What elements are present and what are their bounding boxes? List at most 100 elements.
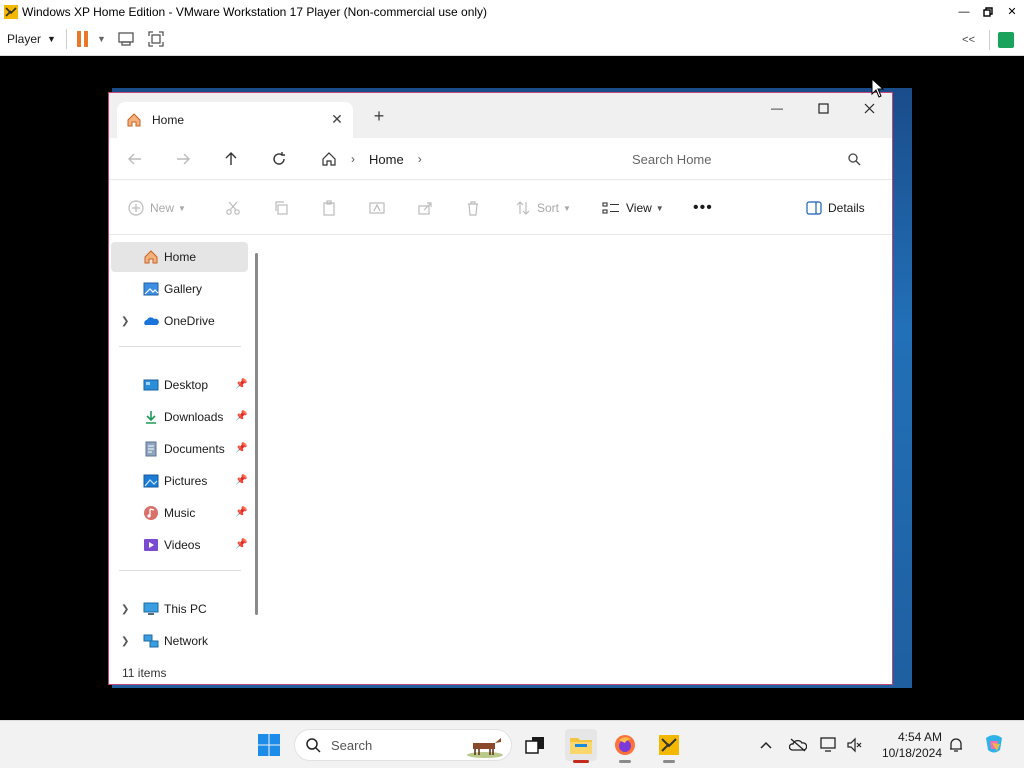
documents-icon <box>145 441 157 457</box>
pause-dropdown-icon[interactable]: ▼ <box>97 34 106 44</box>
pin-icon[interactable]: 📌 <box>235 507 247 519</box>
vmware-app-icon <box>4 4 18 19</box>
nav-item-label: Desktop <box>164 378 209 392</box>
restore-button[interactable] <box>976 0 1000 23</box>
explorer-maximize-button[interactable] <box>800 93 846 123</box>
new-tab-button[interactable]: + <box>371 106 387 126</box>
details-pane-icon <box>806 201 822 215</box>
sort-button[interactable]: Sort ▼ <box>515 198 571 218</box>
explorer-minimize-button[interactable]: — <box>754 93 800 123</box>
fullscreen-icon[interactable] <box>146 29 166 49</box>
nav-item-label: Music <box>164 506 196 520</box>
taskbar-file-explorer[interactable] <box>565 729 597 763</box>
close-tab-icon[interactable]: ✕ <box>329 111 345 127</box>
taskbar-vmware[interactable] <box>653 729 685 763</box>
show-hidden-icons-button[interactable] <box>756 735 776 755</box>
copy-button[interactable] <box>273 198 289 218</box>
window-title: Windows XP Home Edition - VMware Worksta… <box>22 4 488 19</box>
pin-icon[interactable]: 📌 <box>235 379 247 391</box>
toolbar-separator <box>65 29 67 49</box>
nav-item-documents[interactable]: Documents 📌 <box>111 434 248 464</box>
nav-item-music[interactable]: Music 📌 <box>111 498 248 528</box>
nav-item-this-pc[interactable]: ❯ This PC <box>111 594 248 624</box>
pause-icon[interactable] <box>76 31 91 47</box>
nav-item-pictures[interactable]: Pictures 📌 <box>111 466 248 496</box>
clock[interactable]: 4:54 AM 10/18/2024 <box>872 729 942 761</box>
new-button[interactable]: New ▼ <box>128 198 186 218</box>
task-view-button[interactable] <box>519 729 551 761</box>
taskbar-search-label: Search <box>331 737 373 753</box>
refresh-button[interactable] <box>268 148 290 170</box>
chevron-right-icon[interactable]: ❯ <box>121 636 129 647</box>
collapse-toolbar-icon[interactable]: << <box>962 34 975 46</box>
pictures-icon <box>143 474 159 488</box>
tab-label: Home <box>152 113 185 127</box>
volume-muted-icon <box>847 737 862 753</box>
pin-icon[interactable]: 📌 <box>235 443 247 455</box>
tab-home[interactable]: Home ✕ <box>117 102 353 138</box>
windows-start-icon[interactable] <box>257 733 281 757</box>
send-ctrl-alt-del-icon[interactable] <box>116 29 136 49</box>
item-count: 11 items <box>122 666 167 680</box>
pin-icon[interactable]: 📌 <box>235 539 247 551</box>
nav-item-network[interactable]: ❯ Network <box>111 626 248 656</box>
nav-item-onedrive[interactable]: ❯ OneDrive <box>111 306 248 336</box>
cut-button[interactable] <box>225 198 241 218</box>
caret-down-icon: ▼ <box>655 203 664 213</box>
network-tray[interactable] <box>819 735 839 755</box>
share-icon <box>418 202 432 215</box>
chevron-right-icon[interactable]: › <box>351 152 355 166</box>
firefox-icon <box>615 735 635 755</box>
content-area[interactable] <box>264 235 892 660</box>
nav-scrollbar[interactable] <box>255 253 258 615</box>
nav-item-desktop[interactable]: Desktop 📌 <box>111 370 248 400</box>
player-menu[interactable]: Player ▼ <box>7 32 56 46</box>
network-icon <box>143 634 159 648</box>
close-button[interactable]: ✕ <box>1000 0 1024 23</box>
taskbar-firefox[interactable] <box>609 729 641 763</box>
forward-button[interactable] <box>172 148 194 170</box>
home-icon <box>127 113 141 127</box>
delete-button[interactable] <box>465 198 481 218</box>
status-bar: 11 items <box>109 660 892 684</box>
chevron-right-icon[interactable]: ❯ <box>121 604 129 615</box>
nav-item-videos[interactable]: Videos 📌 <box>111 530 248 560</box>
search-highlight-art-icon <box>467 738 503 758</box>
more-options-icon[interactable]: ••• <box>693 198 713 218</box>
cloud-offline-tray[interactable] <box>788 735 808 755</box>
minimize-button[interactable]: — <box>952 0 976 23</box>
search-box[interactable] <box>617 144 879 174</box>
pin-icon[interactable]: 📌 <box>235 475 247 487</box>
copilot-button[interactable] <box>982 732 1006 756</box>
details-button[interactable]: Details <box>806 198 865 218</box>
breadcrumb-home[interactable]: Home <box>369 152 404 167</box>
up-button[interactable] <box>220 148 242 170</box>
search-input[interactable] <box>632 151 842 167</box>
task-view-icon <box>525 737 544 754</box>
chevron-right-icon[interactable]: › <box>418 152 422 166</box>
explorer-close-button[interactable] <box>846 93 892 123</box>
caret-down-icon: ▼ <box>178 203 186 213</box>
vmware-toolbar: Player ▼ ▼ << <box>0 23 1024 56</box>
pin-icon[interactable]: 📌 <box>235 411 247 423</box>
volume-tray[interactable] <box>845 735 865 755</box>
rename-button[interactable] <box>369 198 385 218</box>
plus-circle-icon <box>128 200 144 216</box>
search-icon <box>848 153 861 166</box>
desktop-folder-icon <box>143 379 159 391</box>
nav-item-home[interactable]: Home <box>111 242 248 272</box>
notifications-button[interactable] <box>946 735 966 755</box>
back-button[interactable] <box>124 148 146 170</box>
caret-down-icon: ▼ <box>47 34 56 44</box>
paste-button[interactable] <box>321 198 337 218</box>
address-bar[interactable]: › Home › <box>309 144 611 174</box>
sort-label: Sort <box>537 201 560 215</box>
notes-icon[interactable] <box>998 31 1014 48</box>
network-status-icon <box>820 737 836 752</box>
share-button[interactable] <box>417 198 433 218</box>
view-button[interactable]: View ▼ <box>602 198 664 218</box>
taskbar-search-box[interactable]: Search <box>294 729 512 761</box>
nav-item-downloads[interactable]: Downloads 📌 <box>111 402 248 432</box>
chevron-right-icon[interactable]: ❯ <box>121 316 129 327</box>
nav-item-gallery[interactable]: Gallery <box>111 274 248 304</box>
